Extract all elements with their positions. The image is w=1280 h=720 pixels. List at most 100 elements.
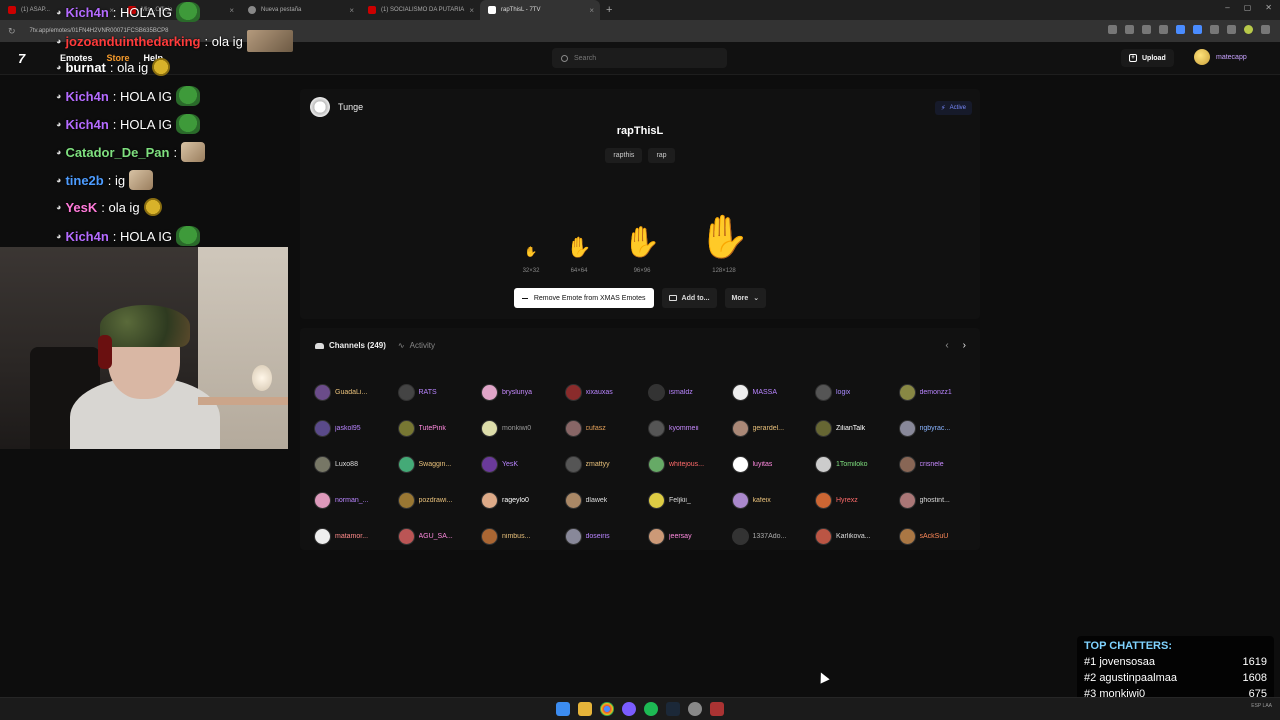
7tv-extension-icon[interactable] xyxy=(1176,25,1185,34)
minus-icon xyxy=(521,297,528,299)
obs-icon[interactable] xyxy=(688,702,702,716)
channel-item[interactable]: whitejous... xyxy=(648,446,732,482)
discord-icon[interactable] xyxy=(622,702,636,716)
profile-avatar[interactable] xyxy=(1244,25,1253,34)
minimize-icon[interactable]: – xyxy=(1225,3,1229,12)
browser-tab[interactable]: (1) SOCIALISMO DA PUTARIA × xyxy=(360,0,480,20)
user-menu[interactable]: matecapp xyxy=(1194,49,1247,65)
extension-icon[interactable] xyxy=(1193,25,1202,34)
channel-item[interactable]: kafeix xyxy=(731,483,816,519)
eye-off-icon[interactable] xyxy=(1142,25,1151,34)
steam-icon[interactable] xyxy=(666,702,680,716)
channel-item[interactable]: pozdrawi... xyxy=(397,483,482,519)
channel-item[interactable]: cufasz xyxy=(564,410,649,446)
tab-activity[interactable]: ∿ Activity xyxy=(398,341,435,350)
close-tab-icon[interactable]: × xyxy=(589,6,594,15)
channel-item[interactable]: sAckSuU xyxy=(898,519,983,555)
preview-128[interactable]: ✋ 128×128 xyxy=(698,179,750,275)
preview-64[interactable]: ✋ 64×64 xyxy=(563,217,595,274)
channel-item[interactable]: 1337Ado... xyxy=(731,519,816,555)
chevron-left-icon[interactable]: ‹ xyxy=(945,340,948,351)
channel-name: jaskol95 xyxy=(335,424,361,432)
channel-item[interactable]: Karlikova... xyxy=(815,519,899,555)
chat-text: : HOLA IG xyxy=(112,116,173,132)
start-icon[interactable] xyxy=(556,702,570,716)
bookmark-star-icon[interactable] xyxy=(1159,25,1168,34)
upload-button[interactable]: + Upload xyxy=(1121,49,1174,67)
channel-item[interactable]: YesK xyxy=(481,446,565,482)
channel-item[interactable]: kyommeii xyxy=(648,410,732,446)
channel-item[interactable]: gerardel... xyxy=(731,410,816,446)
close-window-icon[interactable]: ✕ xyxy=(1265,3,1272,12)
app-icon[interactable] xyxy=(710,702,724,716)
maximize-icon[interactable]: ▢ xyxy=(1244,3,1252,12)
close-tab-icon[interactable]: × xyxy=(229,6,234,15)
channel-item[interactable]: matamor... xyxy=(314,519,398,555)
channel-item[interactable]: ZilianTalk xyxy=(815,410,899,446)
preview-32[interactable]: ✋ 32×32 xyxy=(515,229,547,275)
channel-item[interactable]: dlawek xyxy=(564,483,649,519)
remove-emote-button[interactable]: Remove Emote from XMAS Emotes xyxy=(513,288,654,308)
channel-item[interactable]: TutePink xyxy=(397,410,482,446)
chrome-icon[interactable] xyxy=(600,702,614,716)
channel-item[interactable]: 1Tomiloko xyxy=(815,446,899,482)
reload-icon[interactable]: ↻ xyxy=(8,26,16,37)
channel-item[interactable]: Hyrexz xyxy=(815,483,899,519)
emote-title: rapThisL xyxy=(616,125,664,137)
channel-item[interactable]: Feljkii_ xyxy=(648,483,732,519)
close-tab-icon[interactable]: × xyxy=(469,6,474,15)
channel-item[interactable]: nimbus... xyxy=(481,519,565,555)
channel-item[interactable]: zmattyy xyxy=(564,446,649,482)
translate-icon[interactable] xyxy=(1108,25,1117,34)
channel-item[interactable]: demonzz1 xyxy=(898,374,983,410)
channel-item[interactable]: Luxo88 xyxy=(314,446,398,482)
spotify-icon[interactable] xyxy=(644,702,658,716)
channel-avatar xyxy=(397,383,415,401)
tab-channels[interactable]: Channels (249) xyxy=(315,341,386,350)
channel-item[interactable]: bryslunya xyxy=(481,374,565,410)
channel-item[interactable]: logix xyxy=(815,374,899,410)
browser-tab[interactable]: rapThisL - 7TV × xyxy=(480,0,600,20)
channel-item[interactable]: jaskol95 xyxy=(314,410,398,446)
add-to-button[interactable]: Add to... xyxy=(661,288,717,308)
menu-dots-icon[interactable] xyxy=(1261,25,1270,34)
chat-badge-icon: ◕ xyxy=(56,119,62,129)
emote-owner[interactable]: Tunge xyxy=(310,97,363,117)
sidebar-icon[interactable] xyxy=(1210,25,1219,34)
more-button[interactable]: More ⌄ xyxy=(724,288,767,308)
channel-item[interactable]: luyitas xyxy=(731,446,816,482)
zoom-icon[interactable] xyxy=(1125,25,1134,34)
puzzle-icon[interactable] xyxy=(1227,25,1236,34)
preview-96[interactable]: ✋ 96×96 xyxy=(622,201,662,275)
channel-item[interactable]: MASSA xyxy=(731,374,816,410)
channel-item[interactable]: ghostint... xyxy=(898,483,983,519)
channel-item[interactable]: RATS xyxy=(397,374,482,410)
chevron-right-icon[interactable]: › xyxy=(963,340,966,351)
tray-language[interactable]: ESP LAA xyxy=(1251,703,1272,709)
channel-item[interactable]: GuadaLi... xyxy=(314,374,398,410)
tag-rap[interactable]: rap xyxy=(648,148,675,163)
channel-avatar xyxy=(564,492,582,510)
channel-item[interactable]: crisnele xyxy=(898,446,983,482)
channel-item[interactable]: ismaldz xyxy=(648,374,732,410)
search-input[interactable]: Search xyxy=(552,48,727,68)
browser-tab[interactable]: Nueva pestaña × xyxy=(240,0,360,20)
top-chatter-row: #1 jovensosaa 1619 xyxy=(1084,654,1267,670)
channel-item[interactable]: rigbyrac... xyxy=(898,410,983,446)
owner-name: Tunge xyxy=(338,102,364,112)
channel-item[interactable]: norman_... xyxy=(314,483,398,519)
channel-item[interactable]: xixauxas xyxy=(564,374,649,410)
browser-tab-title: (1) ASAP... xyxy=(21,7,50,13)
7tv-logo[interactable]: 7 xyxy=(18,51,25,66)
channel-item[interactable]: jeersay xyxy=(648,519,732,555)
tag-rapthis[interactable]: rapthis xyxy=(605,148,643,163)
channel-item[interactable]: rageylo0 xyxy=(481,483,565,519)
file-explorer-icon[interactable] xyxy=(578,702,592,716)
new-tab-icon[interactable]: + xyxy=(606,4,612,16)
close-tab-icon[interactable]: × xyxy=(349,6,354,15)
channel-item[interactable]: doseiris xyxy=(564,519,649,555)
channel-item[interactable]: monkiwi0 xyxy=(481,410,565,446)
channel-avatar xyxy=(397,419,415,437)
channel-item[interactable]: AGU_SA... xyxy=(397,519,482,555)
channel-item[interactable]: Swaggin... xyxy=(397,446,482,482)
